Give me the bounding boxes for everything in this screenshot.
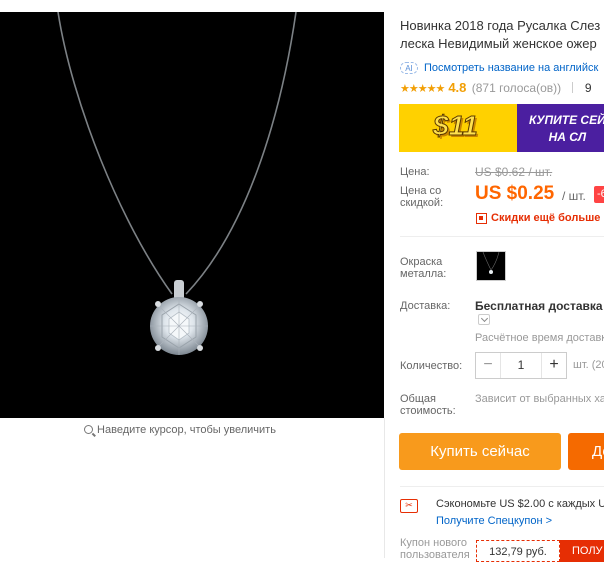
rating-score: 4.8 [448, 80, 467, 95]
add-to-cart-button[interactable]: До [568, 433, 604, 470]
quantity-label: Количество: [400, 360, 463, 372]
metal-color-swatch[interactable] [476, 251, 506, 281]
product-title-line-2: леска Невидимый женское ожер [400, 36, 597, 51]
product-title-line-1: Новинка 2018 года Русалка Слез [400, 18, 601, 33]
translate-link-text[interactable]: Посмотреть название на английск [424, 62, 598, 74]
metal-color-label-line-2: металла: [400, 268, 447, 280]
votes-link[interactable]: (871 голоса(ов)) [472, 81, 561, 95]
rating-separator [572, 82, 574, 93]
buy-now-button[interactable]: Купить сейчас [399, 433, 561, 470]
coupon-icon: ✂ [400, 499, 418, 513]
rating-row: ★★★★★ 4.8 (871 голоса(ов)) 9 [400, 80, 592, 95]
quantity-stepper: − 1 + [475, 352, 567, 379]
section-divider [400, 486, 604, 487]
total-label-line-1: Общая [400, 393, 436, 405]
coupon-amount: 132,79 руб. [476, 540, 560, 562]
shipping-label: Доставка: [400, 300, 451, 312]
column-divider [384, 418, 385, 558]
quantity-input[interactable]: 1 [500, 353, 542, 378]
banner-text-line-1: КУПИТЕ СЕЙ [529, 113, 604, 127]
zoom-hint-text: Наведите курсор, чтобы увеличить [97, 424, 276, 436]
star-rating-icon: ★★★★★ [400, 83, 445, 95]
section-divider [400, 236, 604, 237]
quantity-unit: шт. (20 [573, 359, 604, 371]
necklace-image [57, 12, 297, 355]
product-title: Новинка 2018 года Русалка Слез леска Нев… [400, 17, 604, 53]
product-image[interactable] [0, 12, 384, 418]
app-discount-link[interactable]: Скидки ещё больше в [491, 212, 604, 224]
necklace-thumbnail-icon [482, 251, 500, 274]
promo-banner[interactable]: $11 КУПИТЕ СЕЙ НА СЛ [399, 104, 604, 152]
discount-price-label-line-2: скидкой: [400, 197, 444, 209]
zoom-hint: Наведите курсор, чтобы увеличить [0, 424, 360, 436]
total-value: Зависит от выбранных ха [475, 393, 604, 405]
orders-count: 9 [584, 81, 592, 95]
quantity-plus-button[interactable]: + [542, 353, 566, 378]
translate-icon: AI [400, 62, 418, 74]
shipping-value[interactable]: Бесплатная доставка в [475, 299, 604, 313]
price-label: Цена: [400, 166, 430, 178]
total-label: Общая стоимость: [400, 393, 456, 417]
discount-price-label: Цена со скидкой: [400, 185, 443, 209]
translate-link[interactable]: AI Посмотреть название на английск [400, 62, 598, 74]
magnifier-icon [84, 425, 94, 434]
coupon-savings: Сэкономьте US $2.00 с каждых US [436, 498, 604, 510]
total-label-line-2: стоимость: [400, 405, 456, 417]
get-coupon-button[interactable]: ПОЛУ [560, 540, 604, 562]
new-user-coupon-label-line-2: пользователя [400, 549, 470, 561]
shipping-estimate: Расчётное время доставк [475, 332, 604, 344]
chevron-down-icon[interactable] [478, 314, 490, 325]
banner-text-line-2: НА СЛ [548, 130, 587, 144]
quantity-minus-button[interactable]: − [476, 353, 500, 378]
discount-price-label-line-1: Цена со [400, 185, 442, 197]
price-unit: / шт. [562, 189, 586, 203]
old-price: US $0.62 / шт. [475, 165, 553, 179]
discount-badge: -6 [594, 186, 604, 203]
banner-amount: $11 [433, 110, 479, 142]
banner-text: КУПИТЕ СЕЙ НА СЛ [529, 112, 604, 146]
metal-color-label: Окраска металла: [400, 256, 446, 280]
metal-color-label-line-1: Окраска [400, 256, 443, 268]
new-user-coupon-label-line-1: Купон нового [400, 537, 468, 549]
new-user-coupon-label: Купон нового пользователя [400, 537, 470, 561]
discount-price: US $0.25 [475, 183, 555, 204]
get-special-coupon-link[interactable]: Получите Спецкупон > [436, 515, 552, 527]
qr-code-icon [476, 213, 487, 224]
